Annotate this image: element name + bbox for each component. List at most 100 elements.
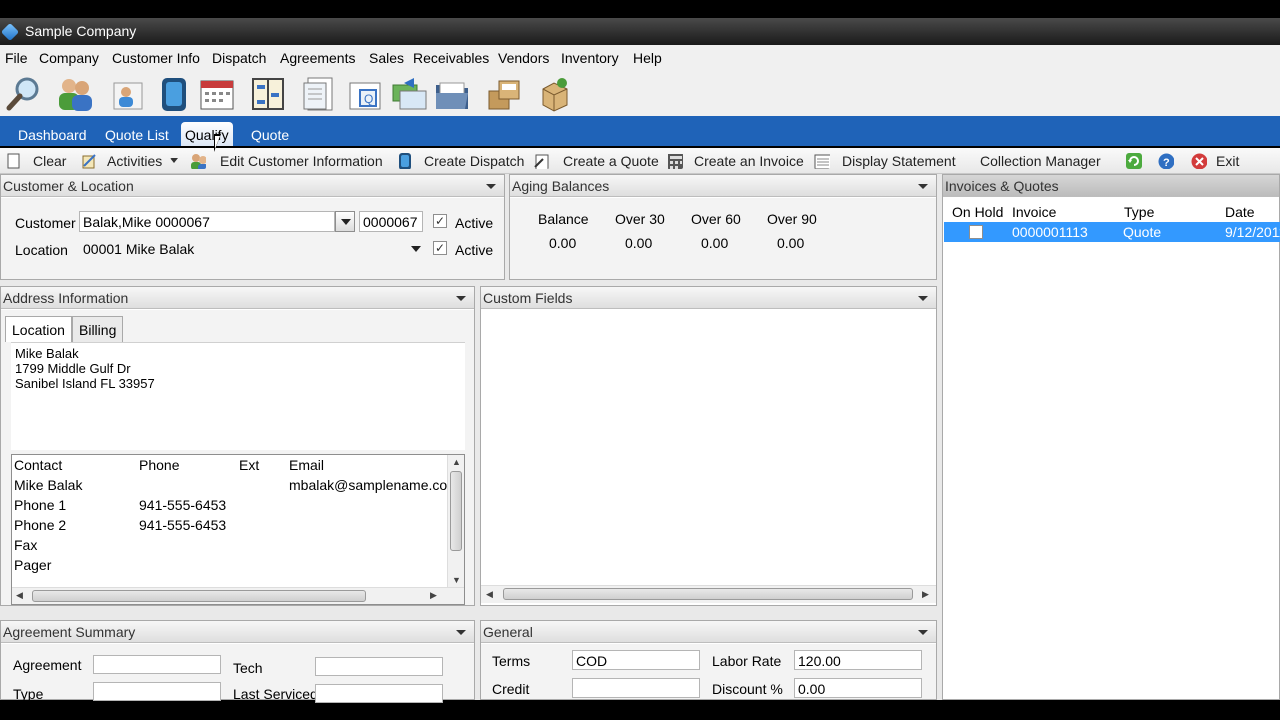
customer-dropdown-button[interactable] (335, 211, 355, 232)
agreement-field[interactable] (93, 655, 221, 674)
invoices-col-date[interactable]: Date (1225, 204, 1255, 220)
tab-quote-list[interactable]: Quote List (105, 127, 169, 143)
location-dropdown-arrow[interactable] (406, 239, 426, 259)
terms-field[interactable]: COD (572, 650, 700, 670)
exit-button[interactable]: Exit (1216, 153, 1239, 169)
magnifier-icon[interactable] (4, 75, 42, 113)
custom-fields-panel: Custom Fields ◀ ▶ (480, 286, 937, 606)
scroll-left-icon[interactable]: ◀ (486, 589, 493, 600)
discount-field[interactable]: 0.00 (794, 678, 922, 698)
custom-fields-body: ◀ ▶ (481, 310, 936, 605)
activities-dropdown[interactable]: Activities (107, 153, 162, 169)
customer-active-checkbox[interactable]: ✓ (433, 214, 447, 228)
help-icon[interactable]: ? (1158, 153, 1174, 169)
customer-id-field[interactable]: 0000067 (359, 211, 423, 232)
location-combo[interactable]: 00001 Mike Balak (79, 238, 425, 259)
create-invoice-button[interactable]: Create an Invoice (694, 153, 804, 169)
invoices-col-invoice[interactable]: Invoice (1012, 204, 1056, 220)
collapse-icon[interactable] (456, 296, 466, 301)
refresh-icon[interactable] (1126, 153, 1142, 169)
inventory-icon[interactable] (535, 75, 573, 113)
contacts-horizontal-scrollbar[interactable]: ◀ ▶ (12, 587, 464, 604)
menu-help[interactable]: Help (633, 50, 662, 66)
collapse-icon[interactable] (486, 184, 496, 189)
invoice-icon[interactable] (300, 75, 338, 113)
table-row[interactable]: 0000001113 Quote 9/12/2011 (944, 222, 1280, 242)
contact-name[interactable]: Phone 1 (14, 497, 66, 513)
address-line-2: 1799 Middle Gulf Dr (15, 361, 131, 376)
tab-dashboard[interactable]: Dashboard (18, 127, 87, 143)
scroll-right-icon[interactable]: ▶ (922, 589, 929, 600)
customers-icon[interactable] (56, 75, 94, 113)
scroll-thumb[interactable] (32, 590, 366, 602)
collection-manager-button[interactable]: Collection Manager (980, 153, 1101, 169)
location-active-checkbox[interactable]: ✓ (433, 241, 447, 255)
schedule-icon[interactable] (249, 75, 287, 113)
edit-customer-information-button[interactable]: Edit Customer Information (220, 153, 383, 169)
scroll-up-icon[interactable]: ▲ (452, 457, 461, 467)
menu-sales[interactable]: Sales (369, 50, 404, 66)
scroll-left-icon[interactable]: ◀ (16, 590, 23, 601)
labor-rate-field[interactable]: 120.00 (794, 650, 922, 670)
phone-icon[interactable] (156, 75, 194, 113)
customer-card-icon[interactable] (108, 75, 146, 113)
type-field[interactable] (93, 682, 221, 701)
contact-name[interactable]: Phone 2 (14, 517, 66, 533)
invoices-col-on-hold[interactable]: On Hold (952, 204, 1003, 220)
activities-icon (82, 154, 96, 169)
contact-name[interactable]: Fax (14, 537, 37, 553)
contact-name[interactable]: Mike Balak (14, 477, 82, 493)
tab-billing[interactable]: Billing (72, 316, 124, 342)
contact-name[interactable]: Pager (14, 557, 51, 573)
menu-vendors[interactable]: Vendors (498, 50, 549, 66)
tech-field[interactable] (315, 657, 443, 676)
create-dispatch-button[interactable]: Create Dispatch (424, 153, 524, 169)
menu-inventory[interactable]: Inventory (561, 50, 619, 66)
menu-customer-info[interactable]: Customer Info (112, 50, 200, 66)
customer-active-label: Active (455, 215, 494, 231)
scroll-thumb[interactable] (503, 588, 913, 600)
folder-icon[interactable] (433, 75, 471, 113)
scroll-down-icon[interactable]: ▼ (452, 575, 461, 585)
create-quote-button[interactable]: Create a Quote (563, 153, 659, 169)
contacts-col-email[interactable]: Email (289, 457, 324, 473)
money-icon[interactable] (390, 75, 428, 113)
menu-dispatch[interactable]: Dispatch (212, 50, 266, 66)
scroll-right-icon[interactable]: ▶ (430, 590, 437, 601)
invoices-quotes-header: Invoices & Quotes (943, 175, 1279, 197)
contact-phone[interactable]: 941-555-6453 (139, 517, 226, 533)
collapse-icon[interactable] (918, 630, 928, 635)
tab-location[interactable]: Location (5, 316, 72, 342)
menu-receivables[interactable]: Receivables (413, 50, 489, 66)
last-serviced-field[interactable] (315, 684, 443, 703)
address-text[interactable]: Mike Balak 1799 Middle Gulf Dr Sanibel I… (11, 342, 465, 450)
contacts-col-phone[interactable]: Phone (139, 457, 179, 473)
invoices-col-type[interactable]: Type (1124, 204, 1154, 220)
calendar-icon[interactable] (198, 75, 236, 113)
tab-quote[interactable]: Quote (251, 127, 289, 143)
contacts-vertical-scrollbar[interactable]: ▲ ▼ (447, 455, 464, 587)
display-statement-button[interactable]: Display Statement (842, 153, 956, 169)
custom-fields-horizontal-scrollbar[interactable]: ◀ ▶ (481, 585, 936, 603)
contact-email[interactable]: mbalak@samplename.com (289, 477, 447, 493)
customer-combo[interactable]: Balak,Mike 0000067 (79, 211, 335, 232)
menu-company[interactable]: Company (39, 50, 99, 66)
agreement-summary-panel: Agreement Summary Agreement Tech Type La… (0, 620, 475, 703)
scroll-thumb[interactable] (450, 471, 462, 551)
boxes-icon[interactable] (485, 75, 523, 113)
on-hold-checkbox[interactable] (969, 225, 983, 239)
aging-col-balance: Balance (538, 211, 589, 227)
menu-file[interactable]: File (5, 50, 28, 66)
contact-phone[interactable]: 941-555-6453 (139, 497, 226, 513)
credit-field[interactable] (572, 678, 700, 698)
calculator-icon[interactable]: Q (346, 75, 384, 113)
collapse-icon[interactable] (918, 184, 928, 189)
collapse-icon[interactable] (918, 296, 928, 301)
chevron-down-icon[interactable] (170, 158, 186, 174)
contacts-col-ext[interactable]: Ext (239, 457, 259, 473)
tab-qualify[interactable]: Qualify (181, 122, 233, 146)
collapse-icon[interactable] (456, 630, 466, 635)
contacts-col-contact[interactable]: Contact (14, 457, 62, 473)
menu-agreements[interactable]: Agreements (280, 50, 355, 66)
clear-button[interactable]: Clear (33, 153, 66, 169)
